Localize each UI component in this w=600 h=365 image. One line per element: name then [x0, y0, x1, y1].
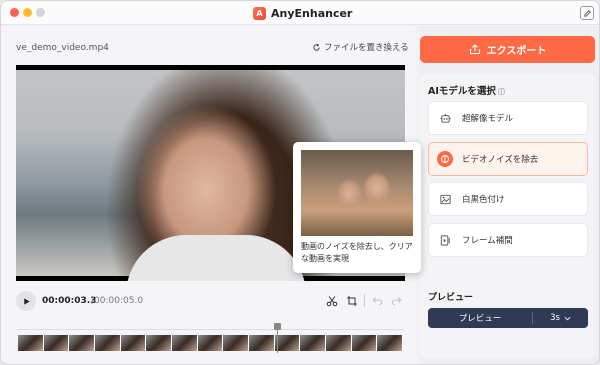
- model-option-super-resolution[interactable]: 超解像モデル: [428, 101, 588, 135]
- play-button[interactable]: [16, 291, 36, 311]
- preview-duration-select[interactable]: 3s: [533, 308, 588, 328]
- current-time: 00:00:03.3: [42, 296, 97, 306]
- model-option-colorize[interactable]: 白黒色付け: [428, 182, 588, 216]
- export-label: エクスポート: [486, 46, 547, 57]
- replace-file-button[interactable]: ファイルを置き換える: [312, 41, 409, 53]
- denoise-icon: [437, 151, 453, 167]
- close-window-button[interactable]: [10, 8, 19, 17]
- play-icon: [23, 297, 30, 305]
- crop-icon[interactable]: [345, 294, 358, 307]
- robot-icon: [437, 110, 453, 126]
- app-window: A AnyEnhancer ve_demo_video.mp4 ファイルを置き換…: [0, 0, 600, 365]
- frame-strip: [18, 335, 404, 351]
- app-logo-icon: A: [253, 6, 266, 20]
- tooltip-text: 動画のノイズを除去し、クリアな動画を実現: [301, 242, 413, 263]
- preview-heading: プレビュー: [428, 293, 474, 303]
- zoom-window-button[interactable]: [36, 8, 45, 17]
- model-heading: AIモデルを選択 ⓘ: [428, 83, 505, 97]
- info-icon[interactable]: ⓘ: [498, 88, 505, 96]
- tooltip-sample-image: [301, 150, 413, 236]
- model-option-label: 白黒色付け: [462, 195, 505, 205]
- preview-button[interactable]: プレビュー: [428, 308, 532, 328]
- app-title: A AnyEnhancer: [253, 5, 352, 21]
- colorize-icon: [437, 191, 453, 207]
- model-tooltip: 動画のノイズを除去し、クリアな動画を実現: [293, 142, 421, 273]
- chevron-down-icon: [564, 316, 571, 320]
- preview-duration-value: 3s: [550, 313, 560, 323]
- undo-icon[interactable]: [371, 294, 384, 307]
- model-option-frame-interpolation[interactable]: フレーム補間: [428, 223, 588, 257]
- scissors-icon[interactable]: [325, 294, 338, 307]
- refresh-icon: [313, 43, 320, 51]
- video-subject-shirt: [126, 235, 306, 281]
- preview-control: プレビュー 3s: [428, 308, 588, 328]
- model-option-label: フレーム補間: [462, 236, 513, 246]
- model-option-video-denoise[interactable]: ビデオノイズを除去: [428, 142, 588, 176]
- model-selector: AIモデルを選択 ⓘ 超解像モデル ビデオノイズを除去 白黒色付け フレーム補間…: [420, 73, 595, 359]
- minimize-window-button[interactable]: [23, 8, 32, 17]
- model-option-label: ビデオノイズを除去: [462, 155, 539, 165]
- playback-controls: 00:00:03.3 /00:00:05.0: [16, 291, 405, 313]
- edit-icon[interactable]: [580, 6, 594, 20]
- timeline-track: [16, 329, 405, 330]
- frame-interp-icon: [437, 232, 453, 248]
- controls-separator: [364, 294, 365, 307]
- total-time: /00:00:05.0: [91, 296, 144, 306]
- timeline[interactable]: [16, 323, 405, 353]
- export-button[interactable]: エクスポート: [420, 36, 595, 63]
- playhead-line: [277, 329, 278, 353]
- file-name: ve_demo_video.mp4: [16, 43, 109, 53]
- redo-icon[interactable]: [390, 294, 403, 307]
- model-option-label: 超解像モデル: [462, 114, 514, 124]
- title-bar: A AnyEnhancer: [1, 1, 599, 25]
- export-icon: [469, 44, 480, 55]
- model-heading-text: AIモデルを選択: [428, 86, 496, 97]
- replace-file-label: ファイルを置き換える: [324, 43, 409, 53]
- playhead-handle[interactable]: [274, 323, 281, 330]
- app-title-text: AnyEnhancer: [271, 6, 353, 20]
- settings-panel: エクスポート AIモデルを選択 ⓘ 超解像モデル ビデオノイズを除去 白黒色付け…: [419, 26, 599, 364]
